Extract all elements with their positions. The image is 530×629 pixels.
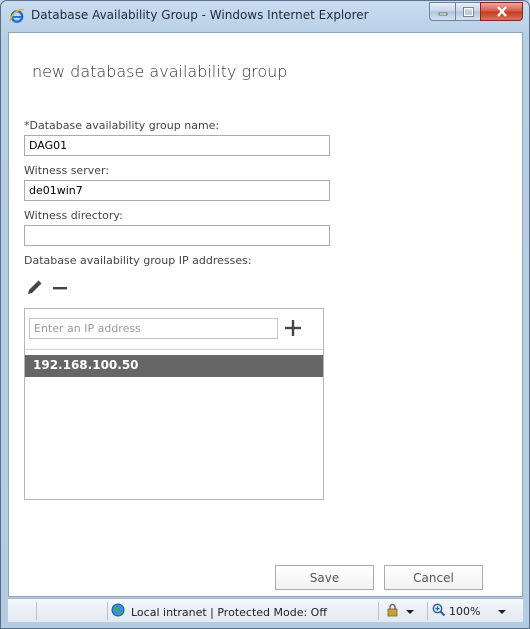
security-zone[interactable]: Local intranet | Protected Mode: Off [111, 603, 327, 621]
minimize-button[interactable] [429, 2, 455, 21]
globe-icon [111, 603, 126, 621]
chevron-down-icon [406, 609, 414, 614]
status-separator [36, 602, 37, 620]
zoom-control[interactable]: 100% [432, 603, 507, 620]
save-button[interactable]: Save [275, 565, 374, 590]
page-title: new database availability group [32, 62, 288, 81]
dag-name-input[interactable]: DAG01 [24, 135, 330, 156]
witness-server-input[interactable]: de01win7 [24, 180, 330, 201]
plus-icon[interactable] [283, 318, 303, 338]
minimize-icon [438, 12, 447, 15]
caption-buttons [429, 2, 523, 21]
minus-icon[interactable] [51, 279, 69, 297]
window-title: Database Availability Group - Windows In… [31, 8, 369, 22]
lock-icon [386, 603, 400, 620]
internet-explorer-icon [9, 8, 25, 24]
browser-window: Database Availability Group - Windows In… [0, 0, 530, 629]
witness-directory-input[interactable] [24, 225, 330, 246]
witness-server-label: Witness server: [24, 164, 110, 177]
dag-name-label: *Database availability group name: [24, 119, 220, 132]
ip-address-input[interactable]: Enter an IP address [29, 318, 278, 339]
witness-directory-label: Witness directory: [24, 209, 123, 222]
maximize-icon [462, 6, 474, 17]
close-button[interactable] [480, 2, 523, 21]
dialog-content: new database availability group *Databas… [8, 32, 523, 597]
status-bar: Local intranet | Protected Mode: Off 100… [8, 598, 523, 622]
pencil-icon[interactable] [25, 279, 43, 297]
cancel-button[interactable]: Cancel [384, 565, 483, 590]
zoom-level: 100% [449, 605, 481, 618]
status-separator [427, 602, 428, 620]
status-separator [107, 602, 108, 620]
divider [25, 349, 323, 350]
security-tools[interactable] [386, 603, 414, 620]
status-separator [378, 602, 379, 620]
zone-text: Local intranet | Protected Mode: Off [131, 605, 327, 619]
magnifier-icon [432, 603, 446, 620]
ip-addresses-label: Database availability group IP addresses… [24, 254, 252, 267]
title-bar[interactable]: Database Availability Group - Windows In… [1, 1, 529, 31]
chevron-down-icon [498, 609, 507, 614]
close-icon [496, 6, 507, 17]
list-item[interactable]: 192.168.100.50 [25, 355, 323, 377]
ip-address-panel: Enter an IP address 192.168.100.50 [24, 308, 324, 500]
maximize-button[interactable] [455, 2, 480, 21]
